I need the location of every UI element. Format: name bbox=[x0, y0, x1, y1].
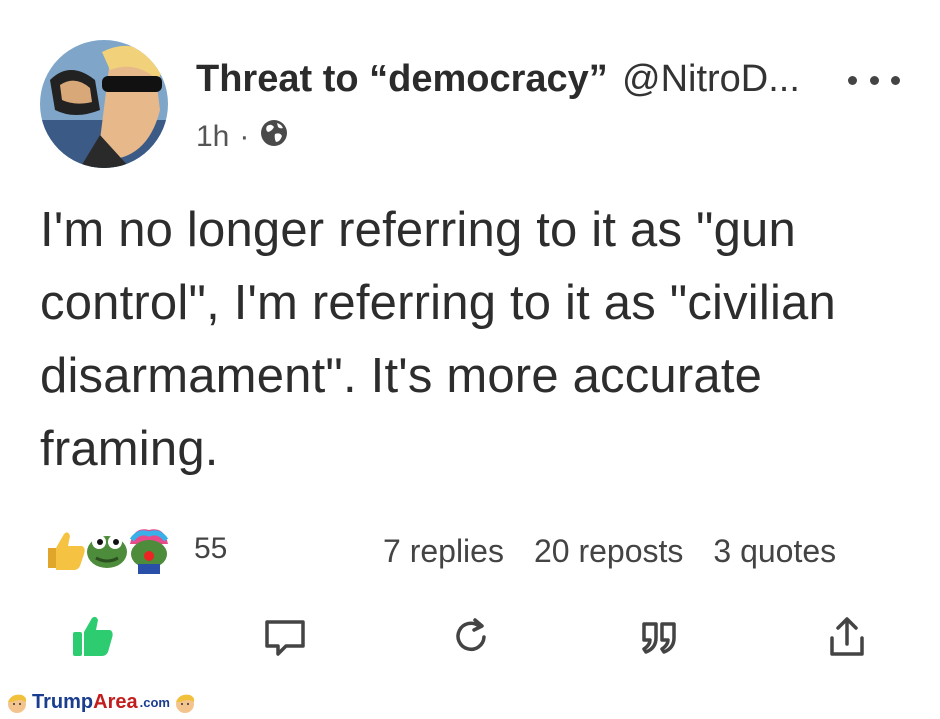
reaction-count: 55 bbox=[194, 532, 228, 565]
clown-frog-emoji-icon bbox=[129, 529, 169, 574]
replies-count[interactable]: 7 replies bbox=[383, 533, 504, 570]
quotes-count[interactable]: 3 quotes bbox=[713, 533, 836, 570]
avatar[interactable] bbox=[40, 40, 168, 168]
author-name[interactable]: Threat to “democracy” bbox=[196, 58, 608, 101]
share-icon[interactable] bbox=[822, 612, 872, 662]
repost-icon[interactable] bbox=[446, 612, 496, 662]
watermark-brand-suffix: .com bbox=[139, 695, 170, 710]
post-time: 1h bbox=[196, 120, 230, 153]
author-handle[interactable]: @NitroD... bbox=[622, 58, 800, 101]
post-text: I'm no longer referring to it as "gun co… bbox=[40, 203, 836, 476]
meta-separator: · bbox=[239, 120, 250, 153]
post-stats: 7 replies 20 reposts 3 quotes bbox=[383, 533, 836, 570]
avatar-image bbox=[40, 40, 168, 168]
trump-face-icon bbox=[175, 694, 195, 713]
more-options-icon[interactable] bbox=[848, 60, 900, 100]
quote-icon[interactable] bbox=[634, 612, 684, 662]
watermark-brand-part1: Trump bbox=[32, 691, 94, 713]
watermark: Trump Area .com bbox=[6, 691, 196, 714]
trump-face-icon bbox=[8, 694, 27, 713]
reactions-summary[interactable]: 55 bbox=[40, 524, 227, 574]
reply-icon[interactable] bbox=[260, 612, 310, 662]
reposts-count[interactable]: 20 reposts bbox=[534, 533, 683, 570]
watermark-brand-part2: Area bbox=[93, 691, 138, 713]
thumbs-up-icon[interactable] bbox=[68, 612, 118, 662]
globe-icon bbox=[259, 118, 289, 156]
post-meta: 1h · bbox=[196, 118, 289, 156]
